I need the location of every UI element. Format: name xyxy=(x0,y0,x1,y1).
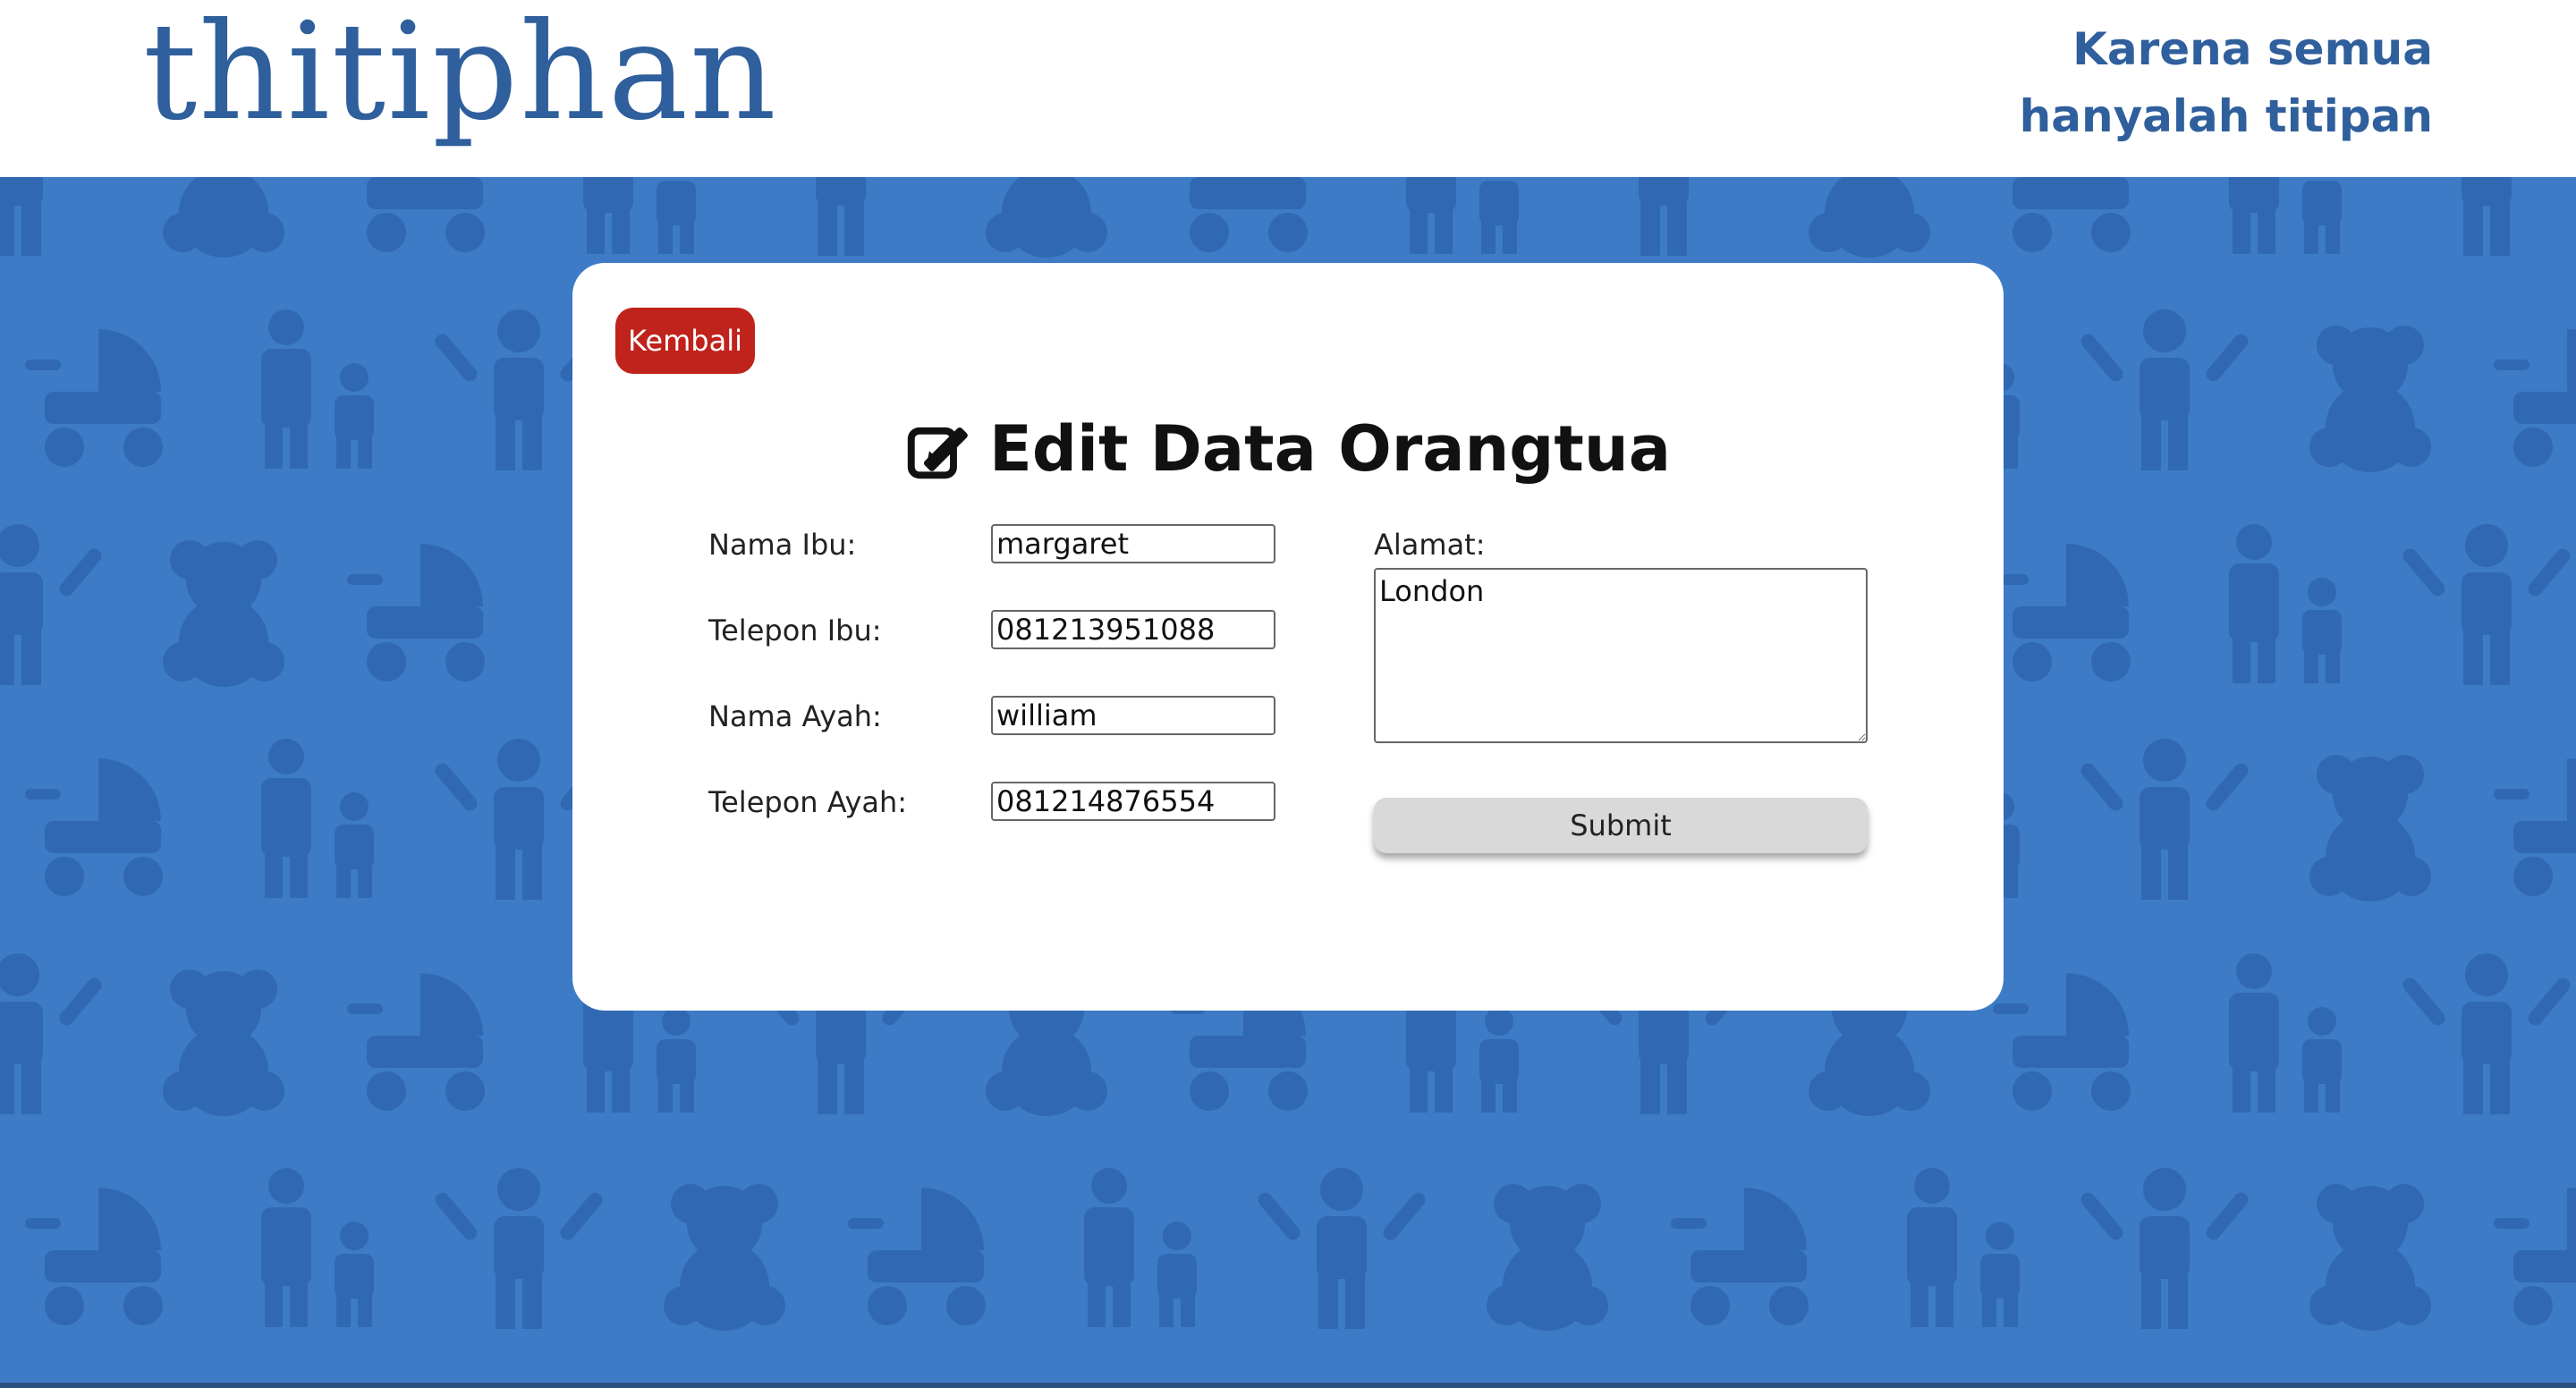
kid-icon xyxy=(2402,524,2571,685)
teddy-icon xyxy=(664,1184,785,1331)
family-icon xyxy=(261,1168,374,1327)
alamat-textarea[interactable]: London xyxy=(1374,568,1868,743)
family-icon xyxy=(261,309,374,469)
stroller-icon xyxy=(2494,329,2576,467)
submit-button[interactable]: Submit xyxy=(1374,798,1868,853)
stroller-icon xyxy=(1671,1188,1809,1325)
telepon-ibu-input[interactable] xyxy=(991,610,1275,649)
teddy-icon xyxy=(2309,326,2431,472)
family-icon xyxy=(583,177,696,254)
kid-icon xyxy=(2080,739,2249,900)
site-header: thitiphan Karena semua hanyalah titipan xyxy=(0,0,2576,177)
bottom-border xyxy=(0,1383,2576,1388)
page-title-text: Edit Data Orangtua xyxy=(989,412,1671,486)
stroller-icon xyxy=(2012,177,2131,252)
nama-ayah-input[interactable] xyxy=(991,696,1275,735)
telepon-ibu-label: Telepon Ibu: xyxy=(708,614,882,647)
stroller-icon xyxy=(25,1188,163,1325)
tagline-line-2: hanyalah titipan xyxy=(2019,90,2433,142)
kid-icon xyxy=(816,177,866,256)
stroller-icon xyxy=(1993,544,2131,681)
family-icon xyxy=(2229,953,2342,1113)
kid-icon xyxy=(435,1168,603,1329)
kid-icon xyxy=(2080,1168,2249,1329)
logo[interactable]: thitiphan xyxy=(143,5,778,140)
kid-icon xyxy=(0,177,43,256)
teddy-icon xyxy=(2309,755,2431,901)
family-icon xyxy=(261,739,374,898)
stroller-icon xyxy=(2494,1188,2576,1325)
family-icon xyxy=(2229,524,2342,683)
nama-ibu-input[interactable] xyxy=(991,524,1275,563)
stroller-icon xyxy=(347,973,485,1111)
nama-ibu-label: Nama Ibu: xyxy=(708,528,857,562)
tagline-line-1: Karena semua xyxy=(2072,23,2433,75)
kid-icon xyxy=(2462,177,2512,256)
family-icon xyxy=(1084,1168,1197,1327)
stroller-icon xyxy=(1190,177,1308,252)
stroller-icon xyxy=(1993,973,2131,1111)
stroller-icon xyxy=(25,329,163,467)
kid-icon xyxy=(1639,177,1689,256)
stroller-icon xyxy=(25,758,163,896)
kid-icon xyxy=(2080,309,2249,470)
teddy-icon xyxy=(163,540,284,687)
teddy-icon xyxy=(986,177,1107,258)
teddy-icon xyxy=(163,177,284,258)
teddy-icon xyxy=(1809,177,1930,258)
kid-icon xyxy=(0,953,102,1114)
back-button[interactable]: Kembali xyxy=(615,308,755,374)
stroller-icon xyxy=(367,177,485,252)
stroller-icon xyxy=(347,544,485,681)
family-icon xyxy=(2229,177,2342,254)
stroller-icon xyxy=(2494,758,2576,896)
kid-icon xyxy=(1258,1168,1426,1329)
family-icon xyxy=(1907,1168,2020,1327)
stroller-icon xyxy=(848,1188,986,1325)
teddy-icon xyxy=(2309,1184,2431,1331)
tagline: Karena semua hanyalah titipan xyxy=(1807,16,2433,150)
telepon-ayah-label: Telepon Ayah: xyxy=(708,785,908,819)
page-title: Edit Data Orangtua xyxy=(572,404,2004,494)
edit-form-card: Kembali Edit Data Orangtua Nama Ibu: Tel… xyxy=(572,263,2004,1011)
alamat-label: Alamat: xyxy=(1374,528,1486,562)
kid-icon xyxy=(0,524,102,685)
nama-ayah-label: Nama Ayah: xyxy=(708,699,882,733)
telepon-ayah-input[interactable] xyxy=(991,782,1275,821)
family-icon xyxy=(1406,177,1519,254)
edit-icon xyxy=(907,427,968,479)
kid-icon xyxy=(2402,953,2571,1114)
teddy-icon xyxy=(163,969,284,1116)
teddy-icon xyxy=(1487,1184,1608,1331)
